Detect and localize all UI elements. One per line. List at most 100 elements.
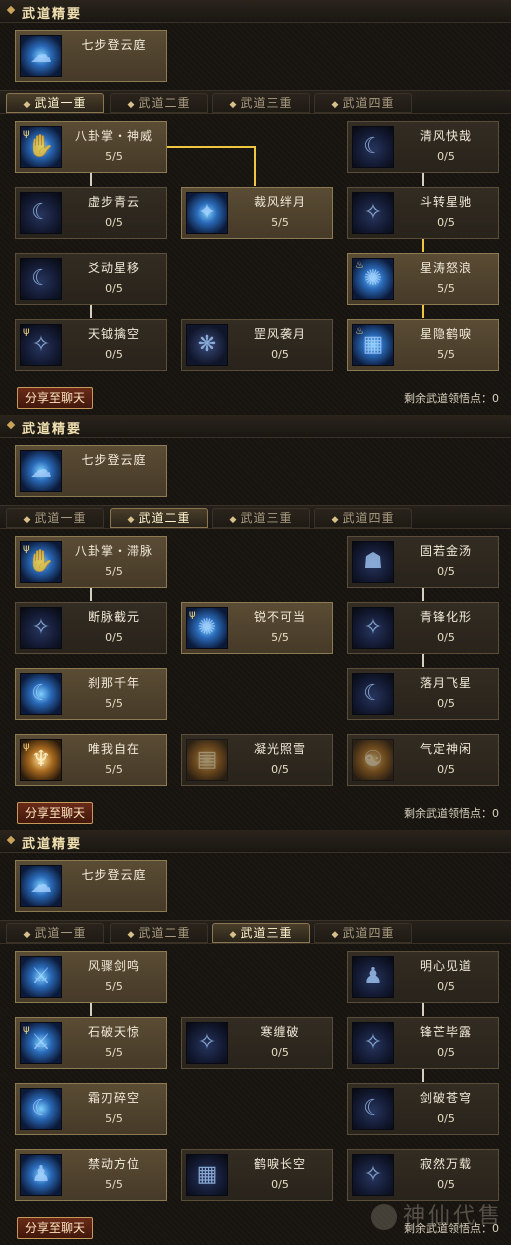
- essence-card[interactable]: ☁ 七步登云庭: [15, 445, 167, 497]
- skill-node[interactable]: ▤ 凝光照雪 0/5: [181, 734, 333, 786]
- connector: [422, 587, 424, 601]
- cloud-step-icon: ☾: [20, 192, 62, 234]
- skill-node[interactable]: ▦ ♨ 星隐鹤唳 5/5: [347, 319, 499, 371]
- skill-level: 0/5: [437, 1112, 455, 1125]
- skill-level: 5/5: [437, 348, 455, 361]
- skill-level: 0/5: [271, 763, 289, 776]
- skill-node[interactable]: ✋ ψ 八卦掌・滞脉 5/5: [15, 536, 167, 588]
- essence-card[interactable]: ☁ 七步登云庭: [15, 860, 167, 912]
- tab-tier-2[interactable]: ◆ 武道二重: [110, 508, 208, 528]
- connector: [90, 587, 92, 601]
- skill-name: 气定神闲: [419, 742, 472, 756]
- skill-node[interactable]: ⚔ 风骤剑鸣 5/5: [15, 951, 167, 1003]
- sharp-edge-icon: ✧: [352, 1022, 394, 1064]
- watermark-logo: 神仙代售: [353, 1197, 503, 1237]
- header-diamond-icon: [6, 5, 16, 15]
- skill-level: 0/5: [437, 216, 455, 229]
- skill-node[interactable]: ☾ 刹那千年 5/5: [15, 668, 167, 720]
- skill-node[interactable]: ✋ ψ 八卦掌・神威 5/5: [15, 121, 167, 173]
- skill-name: 罡风袭月: [253, 327, 306, 341]
- share-to-chat-button[interactable]: 分享至聊天: [17, 387, 93, 409]
- breeze-icon: ☾: [352, 126, 394, 168]
- frost-blade-icon: ☾: [20, 1088, 62, 1130]
- essence-name: 七步登云庭: [81, 453, 147, 467]
- tab-tier-3[interactable]: ◆ 武道三重: [212, 923, 310, 943]
- points-value: 0: [492, 807, 499, 820]
- skill-node[interactable]: ♆ ψ 唯我自在 5/5: [15, 734, 167, 786]
- skill-name: 唯我自在: [87, 742, 140, 756]
- tab-tier-3[interactable]: ◆ 武道三重: [212, 93, 310, 113]
- skill-node[interactable]: ☾ 清风快哉 0/5: [347, 121, 499, 173]
- wind-sword-icon: ⚔: [20, 956, 62, 998]
- tab-label: 武道三重: [240, 96, 293, 110]
- tab-tier-1[interactable]: ◆ 武道一重: [6, 923, 104, 943]
- tab-label: 武道一重: [34, 511, 87, 525]
- tab-tier-4[interactable]: ◆ 武道四重: [314, 93, 412, 113]
- skill-level: 0/5: [437, 631, 455, 644]
- section-header: 武道精要: [0, 415, 511, 438]
- tab-tier-3[interactable]: ◆ 武道三重: [212, 508, 310, 528]
- lockdown-icon: ♟: [20, 1154, 62, 1196]
- skill-node[interactable]: ♟ 明心见道 0/5: [347, 951, 499, 1003]
- tab-label: 武道四重: [342, 96, 395, 110]
- skill-level: 0/5: [105, 631, 123, 644]
- tab-tier-2[interactable]: ◆ 武道二重: [110, 93, 208, 113]
- remaining-points: 剩余武道领悟点：0: [404, 805, 499, 821]
- tier-tabs: ◆ 武道一重 ◆ 武道二重 ◆ 武道三重 ◆ 武道四重: [0, 505, 511, 529]
- skill-node[interactable]: ✧ 寂然万载 0/5: [347, 1149, 499, 1201]
- ascend-cloud-icon: ☁: [20, 450, 62, 492]
- tab-tier-1[interactable]: ◆ 武道一重: [6, 93, 104, 113]
- silence-icon: ✧: [352, 1154, 394, 1196]
- skill-node[interactable]: ☾ 霜刃碎空 5/5: [15, 1083, 167, 1135]
- section-header: 武道精要: [0, 0, 511, 23]
- skill-node[interactable]: ☯ 气定神闲 0/5: [347, 734, 499, 786]
- skill-name: 天钺擒空: [87, 327, 140, 341]
- skill-level: 5/5: [105, 697, 123, 710]
- connector: [422, 304, 424, 318]
- tab-tier-2[interactable]: ◆ 武道二重: [110, 923, 208, 943]
- skill-node[interactable]: ♟ 禁动方位 5/5: [15, 1149, 167, 1201]
- skill-node[interactable]: ❋ 罡风袭月 0/5: [181, 319, 333, 371]
- skill-name: 星隐鹤唳: [419, 327, 472, 341]
- skill-node[interactable]: ☾ 落月飞星 0/5: [347, 668, 499, 720]
- essence-card[interactable]: ☁ 七步登云庭: [15, 30, 167, 82]
- skill-name: 八卦掌・滞脉: [74, 544, 153, 558]
- skill-node[interactable]: ✧ ψ 天钺擒空 0/5: [15, 319, 167, 371]
- skill-node[interactable]: ✦ 裁风绊月 5/5: [181, 187, 333, 239]
- share-to-chat-button[interactable]: 分享至聊天: [17, 1217, 93, 1239]
- tab-tier-4[interactable]: ◆ 武道四重: [314, 923, 412, 943]
- falling-moon-icon: ☾: [352, 673, 394, 715]
- skill-node[interactable]: ✧ 斗转星驰 0/5: [347, 187, 499, 239]
- skill-node[interactable]: ✺ ♨ 星涛怒浪 5/5: [347, 253, 499, 305]
- tab-tier-1[interactable]: ◆ 武道一重: [6, 508, 104, 528]
- skill-node[interactable]: ✧ 断脉截元 0/5: [15, 602, 167, 654]
- skill-node[interactable]: ⚔ ψ 石破天惊 5/5: [15, 1017, 167, 1069]
- skill-name: 风骤剑鸣: [87, 959, 140, 973]
- skill-name: 裁风绊月: [253, 195, 306, 209]
- meridian-cut-icon: ✧: [20, 607, 62, 649]
- skill-node[interactable]: ✧ 锋芒毕露 0/5: [347, 1017, 499, 1069]
- skill-node[interactable]: ✧ 青锋化形 0/5: [347, 602, 499, 654]
- skill-level: 0/5: [437, 565, 455, 578]
- skill-node[interactable]: ☗ 固若金汤 0/5: [347, 536, 499, 588]
- skill-name: 断脉截元: [87, 610, 140, 624]
- skill-node[interactable]: ▦ 鹤唳长空 0/5: [181, 1149, 333, 1201]
- skill-node[interactable]: ✧ 寒缠破 0/5: [181, 1017, 333, 1069]
- skill-node[interactable]: ✺ ψ 锐不可当 5/5: [181, 602, 333, 654]
- skill-node[interactable]: ☾ 剑破苍穹 0/5: [347, 1083, 499, 1135]
- skill-name: 八卦掌・神威: [74, 129, 153, 143]
- tab-label: 武道四重: [342, 926, 395, 940]
- skill-node[interactable]: ☾ 爻动星移 0/5: [15, 253, 167, 305]
- skill-node[interactable]: ☾ 虚步青云 0/5: [15, 187, 167, 239]
- connector: [422, 1002, 424, 1016]
- skill-name: 明心见道: [419, 959, 472, 973]
- palm-strike-icon: ✋ ψ: [20, 126, 62, 168]
- share-to-chat-button[interactable]: 分享至聊天: [17, 802, 93, 824]
- section-title: 武道精要: [22, 422, 83, 437]
- skill-level: 0/5: [105, 282, 123, 295]
- instant-icon: ☾: [20, 673, 62, 715]
- tab-tier-4[interactable]: ◆ 武道四重: [314, 508, 412, 528]
- watermark-text: 神仙代售: [402, 1204, 503, 1229]
- skill-name: 刹那千年: [87, 676, 140, 690]
- connector: [90, 172, 92, 186]
